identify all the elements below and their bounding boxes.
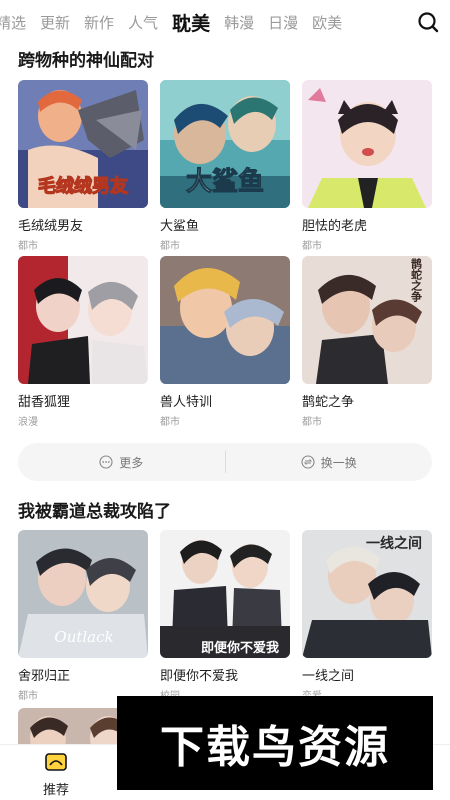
tab-new[interactable]: 新作: [84, 12, 114, 33]
comic-cover: 毛绒绒男友: [18, 80, 148, 208]
comic-title: 大鲨鱼: [160, 219, 200, 234]
section-title: 跨物种的神仙配对: [18, 51, 154, 71]
comic-title: 甜香狐狸: [18, 395, 71, 410]
cover-text: 大鲨鱼: [186, 167, 264, 197]
search-icon[interactable]: [416, 10, 440, 34]
comic-card[interactable]: 胆怯的老虎 都市: [302, 80, 432, 252]
comic-card[interactable]: 兽人特训 都市: [160, 256, 290, 428]
refresh-label: 换一换: [320, 455, 357, 470]
comic-cover: [160, 256, 290, 384]
comic-cover: 一线之间: [302, 530, 432, 658]
comic-title: 鹊蛇之争: [302, 395, 355, 410]
tab-japanese[interactable]: 日漫: [268, 12, 298, 33]
more-label: 更多: [119, 455, 144, 470]
cover-title-art: 即便你不爱我: [201, 640, 279, 656]
cover-title-art: 鹊蛇之争: [410, 257, 423, 303]
more-dots-icon: [99, 455, 113, 469]
comic-title: 兽人特训: [160, 395, 213, 410]
comic-tag: 都市: [18, 241, 38, 252]
recommend-icon: [45, 753, 67, 771]
refresh-button[interactable]: 换一换: [226, 454, 433, 471]
section-title: 我被霸道总裁攻陷了: [18, 502, 171, 522]
cover-text: 一线之间: [366, 535, 422, 552]
comic-title: 即便你不爱我: [160, 669, 239, 684]
nav-recommend[interactable]: 推荐: [33, 751, 79, 798]
tab-updates[interactable]: 更新: [40, 12, 70, 33]
tab-featured[interactable]: 精选: [0, 12, 26, 33]
comic-card[interactable]: 一线之间 一线之间 恋爱: [302, 530, 432, 702]
comic-card[interactable]: 毛绒绒男友 毛绒绒男友 都市: [18, 80, 148, 252]
watermark-banner: 下载鸟资源: [117, 696, 433, 790]
section-action-bar: 更多 换一换: [18, 443, 432, 481]
comic-cover: 即便你不爱我: [160, 530, 290, 658]
comic-card[interactable]: Outlack 舍邪归正 都市: [18, 530, 148, 702]
more-button[interactable]: 更多: [18, 454, 225, 471]
tabs-row: 精选 更新 新作 人气 耽美 韩漫 日漫 欧美: [0, 0, 356, 44]
tab-bl[interactable]: 耽美: [172, 9, 210, 36]
tab-korean[interactable]: 韩漫: [224, 12, 254, 33]
refresh-icon: [301, 455, 315, 469]
comic-tag: 都市: [160, 241, 180, 252]
comic-tag: 都市: [302, 241, 322, 252]
comic-card[interactable]: 大鲨鱼 大鲨鱼 都市: [160, 80, 290, 252]
cover-text: 鹊蛇之争: [410, 257, 423, 303]
comic-cover: 鹊蛇之争: [302, 256, 432, 384]
comic-cover: 大鲨鱼: [160, 80, 290, 208]
cover-title-art: Outlack: [54, 628, 113, 646]
cover-text: 毛绒绒男友: [38, 175, 128, 197]
nav-recommend-label: 推荐: [42, 783, 69, 798]
comic-cover: [18, 256, 148, 384]
comic-card[interactable]: 鹊蛇之争 鹊蛇之争 都市: [302, 256, 432, 428]
cover-title-art: 大鲨鱼: [185, 167, 264, 198]
comic-tag: 都市: [160, 417, 180, 428]
cover-text: 即便你不爱我: [201, 640, 279, 656]
tab-popular[interactable]: 人气: [128, 12, 158, 33]
comic-cover: [302, 80, 432, 208]
category-tab-bar: 精选 更新 新作 人气 耽美 韩漫 日漫 欧美: [0, 0, 450, 44]
comic-title: 一线之间: [302, 669, 355, 684]
comic-title: 胆怯的老虎: [302, 219, 368, 234]
comic-cover: Outlack: [18, 530, 148, 658]
cover-text: Outlack: [54, 628, 113, 646]
cover-title-art: 毛绒绒男友: [37, 174, 128, 197]
comic-card[interactable]: 即便你不爱我 即便你不爱我 校园: [160, 530, 290, 702]
comic-title: 舍邪归正: [18, 669, 71, 684]
comic-tag: 浪漫: [18, 417, 38, 428]
tab-western[interactable]: 欧美: [312, 12, 342, 33]
cover-title-art: 一线之间: [366, 535, 422, 552]
comic-title: 毛绒绒男友: [18, 219, 84, 234]
watermark-text: 下载鸟资源: [160, 722, 390, 773]
comic-card[interactable]: 甜香狐狸 浪漫: [18, 256, 148, 428]
comic-tag: 都市: [302, 417, 322, 428]
